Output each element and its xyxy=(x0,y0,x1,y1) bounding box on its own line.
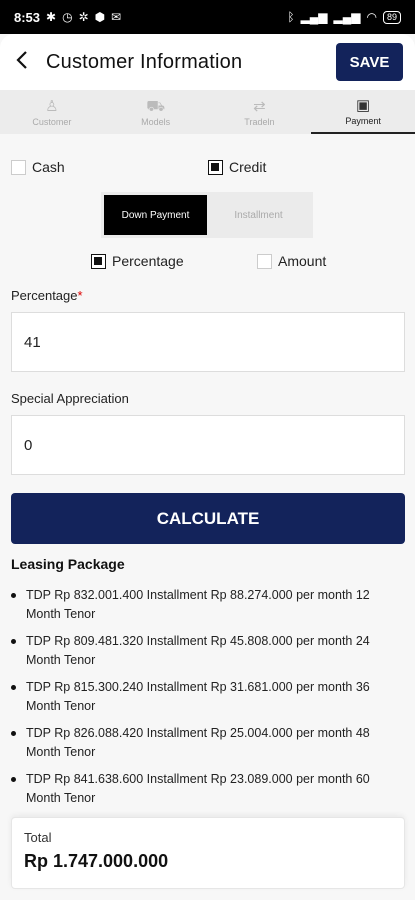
tab-tradein[interactable]: ⇄ Tradeln xyxy=(208,90,312,134)
total-card: Total Rp 1.747.000.000 xyxy=(11,817,405,889)
page-title: Customer Information xyxy=(46,50,243,73)
signal-icon: ▂▄▆ xyxy=(333,10,361,24)
percentage-label-text: Percentage xyxy=(11,288,78,303)
car-icon: ⛟ xyxy=(146,98,166,115)
total-value: Rp 1.747.000.000 xyxy=(24,851,169,871)
calculate-button[interactable]: CALCULATE xyxy=(11,493,405,544)
shield-icon: ⬢ xyxy=(94,10,106,24)
installment-tab[interactable]: Installment xyxy=(207,195,310,235)
cash-checkbox[interactable] xyxy=(11,159,26,175)
percentage-value: 41 xyxy=(24,333,41,351)
list-item: TDP Rp 809.481.320 Installment Rp 45.808… xyxy=(11,632,405,670)
credit-label: Credit xyxy=(229,159,267,175)
tab-label: Payment xyxy=(345,116,381,126)
swap-icon: ⇄ xyxy=(253,98,266,115)
percentage-input[interactable]: 41 xyxy=(11,312,405,372)
tab-models[interactable]: ⛟ Models xyxy=(104,90,208,134)
special-appreciation-input[interactable]: 0 xyxy=(11,415,405,475)
cash-label: Cash xyxy=(32,159,65,175)
settings-icon: ✲ xyxy=(78,10,89,24)
battery-icon: 89 xyxy=(382,10,401,24)
status-bar: 8:53 ✱ ◷ ✲ ⬢ ✉ ᛒ ▂▄▆ ▂▄▆ ◠ 89 xyxy=(0,0,415,34)
down-payment-tab[interactable]: Down Payment xyxy=(104,195,207,235)
credit-checkbox[interactable] xyxy=(208,159,223,175)
leasing-package-list: TDP Rp 832.001.400 Installment Rp 88.274… xyxy=(11,586,405,816)
amount-checkbox[interactable] xyxy=(257,253,272,269)
list-item: TDP Rp 841.638.600 Installment Rp 23.089… xyxy=(11,770,405,808)
payment-icon: ▣ xyxy=(356,97,371,114)
step-tabs: ♙ Customer ⛟ Models ⇄ Tradeln ▣ Payment xyxy=(0,90,415,134)
bluetooth-icon: ᛒ xyxy=(287,10,295,24)
mail-icon: ✉ xyxy=(111,10,122,24)
tab-payment[interactable]: ▣ Payment xyxy=(311,90,415,134)
list-item: TDP Rp 832.001.400 Installment Rp 88.274… xyxy=(11,586,405,624)
alarm-icon: ◷ xyxy=(62,10,73,24)
list-item: TDP Rp 815.300.240 Installment Rp 31.681… xyxy=(11,678,405,716)
tab-customer[interactable]: ♙ Customer xyxy=(0,90,104,134)
percentage-option[interactable]: Percentage xyxy=(91,253,184,269)
tab-label: Tradeln xyxy=(244,117,275,127)
tab-label: Customer xyxy=(32,117,72,127)
gear-icon: ✱ xyxy=(46,10,57,24)
cash-option[interactable]: Cash xyxy=(11,159,65,175)
percentage-option-label: Percentage xyxy=(112,253,184,269)
back-arrow-icon[interactable] xyxy=(12,47,42,78)
list-item: TDP Rp 826.088.420 Installment Rp 25.004… xyxy=(11,724,405,762)
percentage-checkbox[interactable] xyxy=(91,253,106,269)
leasing-package-title: Leasing Package xyxy=(11,556,125,572)
tab-label: Models xyxy=(141,117,171,127)
total-label: Total xyxy=(24,830,52,845)
special-appreciation-value: 0 xyxy=(24,436,33,454)
status-time: 8:53 xyxy=(14,9,41,25)
required-mark: * xyxy=(77,288,83,303)
special-appreciation-label: Special Appreciation xyxy=(11,391,129,406)
signal-icon: ▂▄▆ xyxy=(300,10,328,24)
percentage-field-label: Percentage* xyxy=(11,288,83,303)
wifi-icon: ◠ xyxy=(366,10,377,24)
person-icon: ♙ xyxy=(45,98,59,115)
amount-option-label: Amount xyxy=(278,253,327,269)
status-left-icons: ✱ ◷ ✲ ⬢ ✉ xyxy=(46,10,121,24)
status-right-icons: ᛒ ▂▄▆ ▂▄▆ ◠ 89 xyxy=(287,10,401,24)
credit-option[interactable]: Credit xyxy=(208,159,266,175)
app-header: Customer Information SAVE xyxy=(0,34,415,90)
amount-option[interactable]: Amount xyxy=(257,253,326,269)
save-button[interactable]: SAVE xyxy=(336,43,403,81)
dp-installment-toggle: Down Payment Installment xyxy=(101,192,313,238)
